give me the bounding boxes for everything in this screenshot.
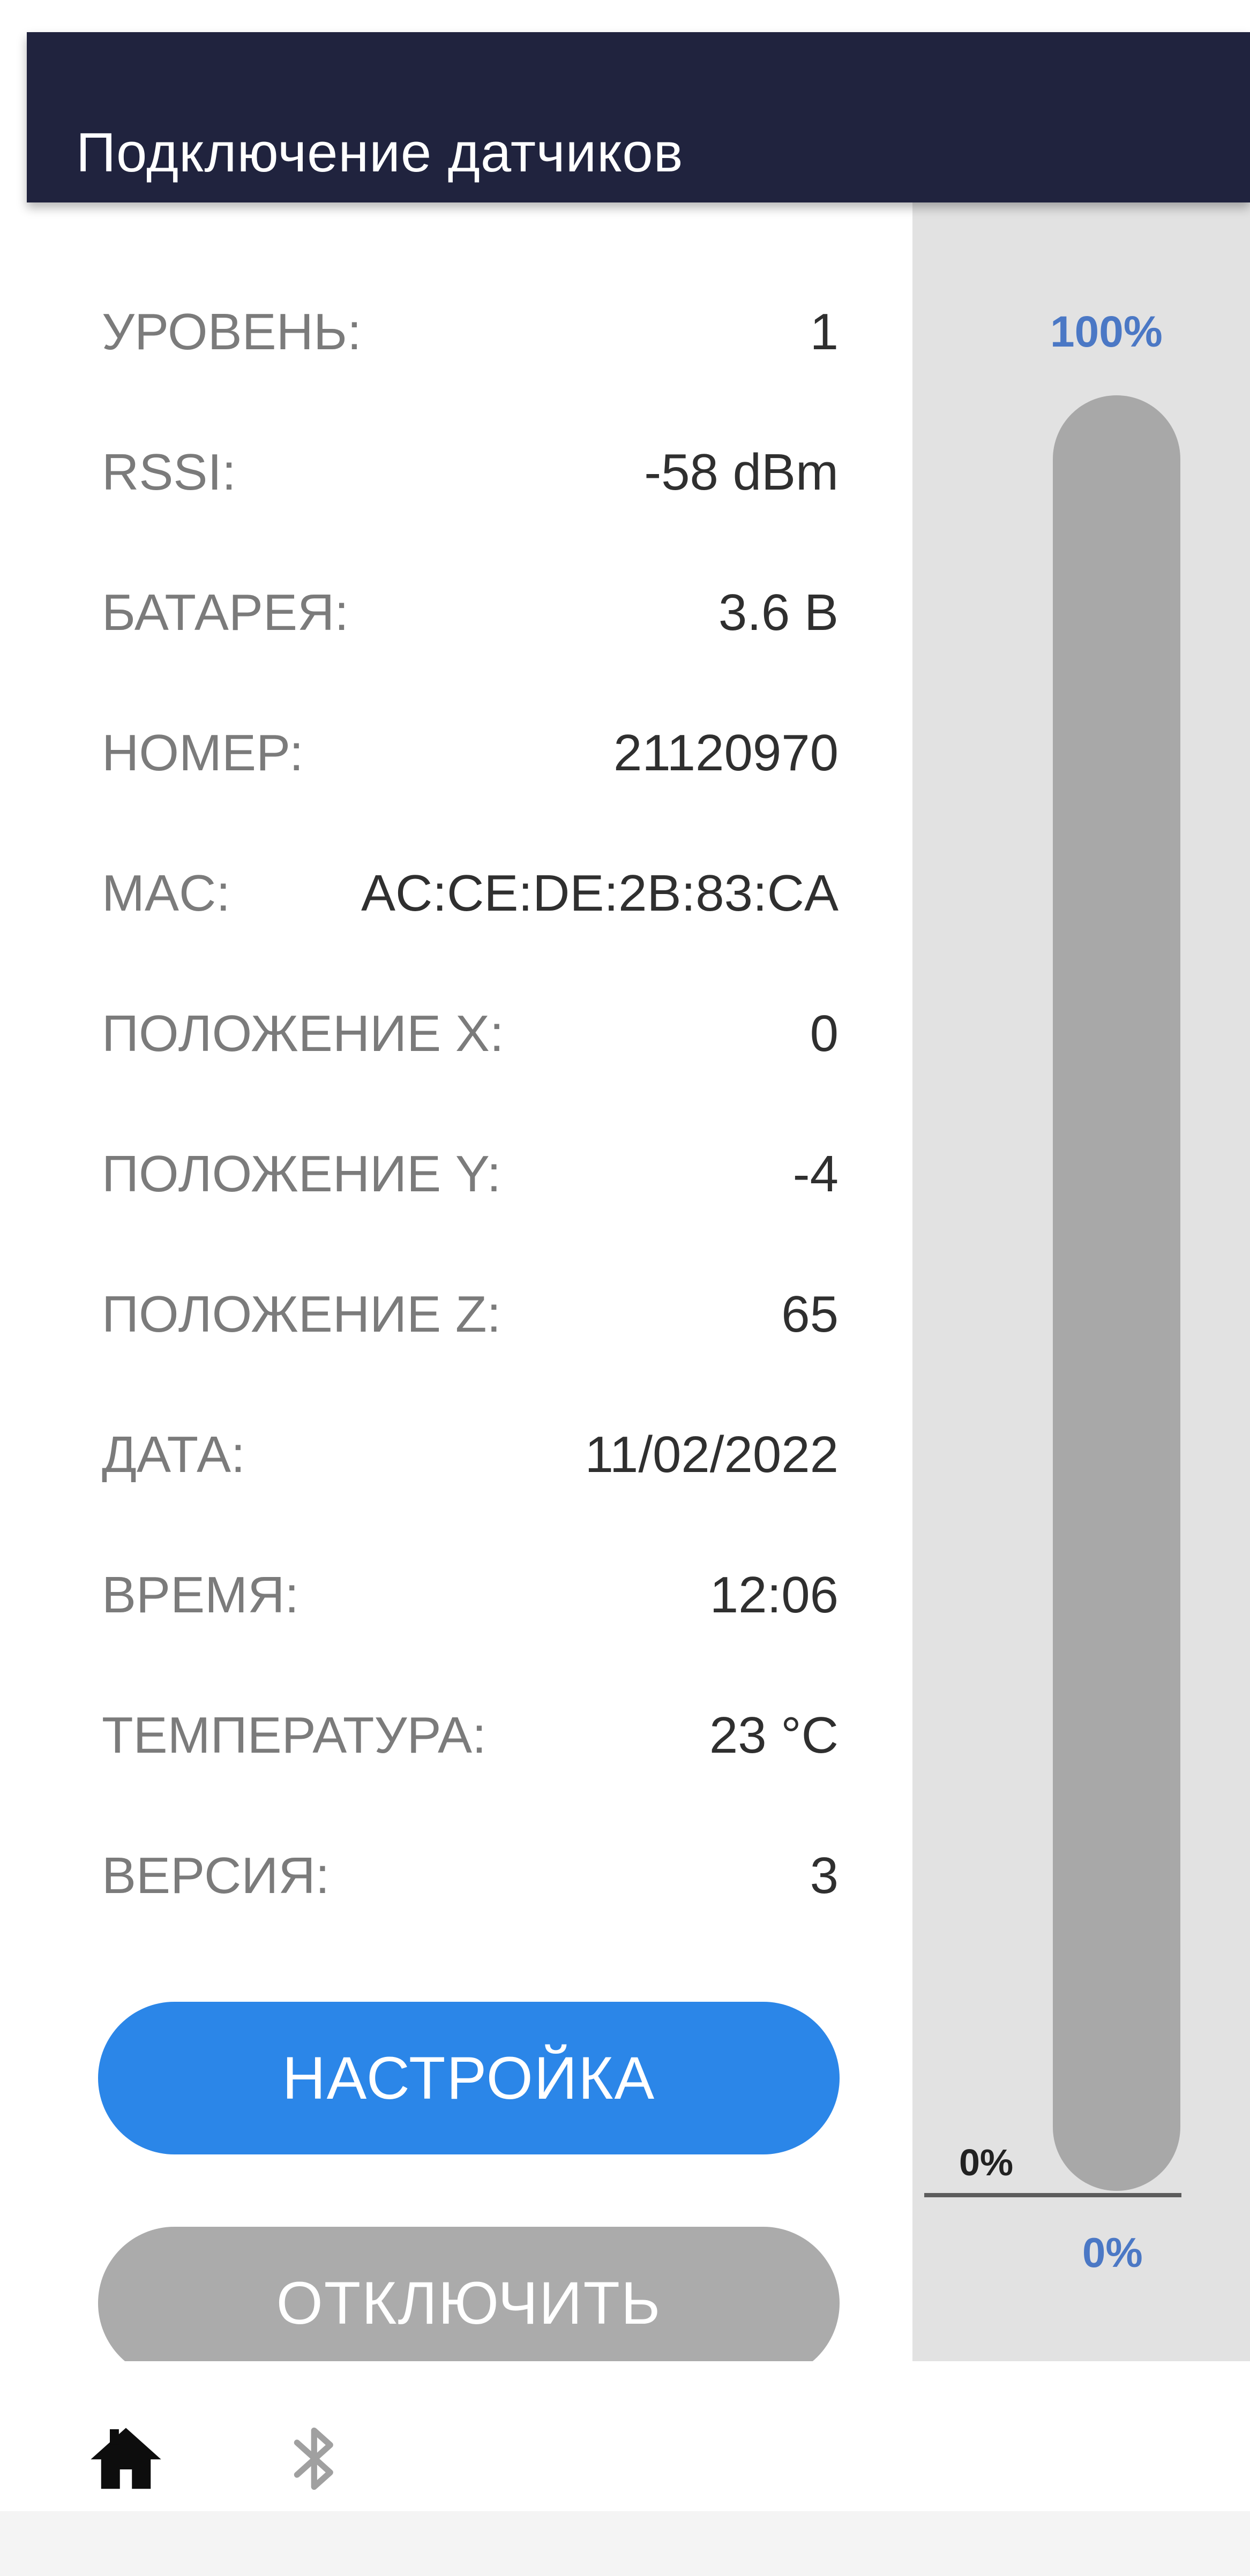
info-value: 23 °C (709, 1707, 839, 1764)
home-icon[interactable] (86, 2419, 166, 2499)
info-label: ПОЛОЖЕНИЕ Y: (102, 1145, 502, 1203)
info-label: ДАТА: (102, 1426, 245, 1483)
info-value: 21120970 (613, 724, 839, 782)
zero-marker-label: 0% (959, 2142, 1014, 2183)
level-value-label: 0% (1082, 2229, 1143, 2276)
info-row-temperature: ТЕМПЕРАТУРА: 23 °C (102, 1703, 839, 1768)
info-row-position-z: ПОЛОЖЕНИЕ Z: 65 (102, 1282, 839, 1347)
bottom-strip (0, 2511, 1250, 2576)
app-bar: Подключение датчиков (27, 32, 1250, 202)
zero-line (924, 2193, 1181, 2197)
info-label: ПОЛОЖЕНИЕ X: (102, 1005, 504, 1062)
info-row-time: ВРЕМЯ: 12:06 (102, 1563, 839, 1627)
info-row-battery: БАТАРЕЯ: 3.6 В (102, 581, 839, 645)
settings-button[interactable]: НАСТРОЙКА (98, 2002, 840, 2154)
info-value: 65 (781, 1286, 839, 1343)
info-value: -58 dBm (644, 444, 839, 501)
level-max-label: 100% (1050, 307, 1163, 356)
info-label: RSSI: (102, 444, 236, 501)
info-value: -4 (792, 1145, 839, 1203)
info-value: 3 (810, 1847, 839, 1904)
info-value: 3.6 В (718, 584, 839, 641)
info-value: 0 (810, 1005, 839, 1062)
info-value: 12:06 (709, 1566, 839, 1624)
info-row-level: УРОВЕНЬ: 1 (102, 300, 839, 364)
info-row-mac: MAC: AC:CE:DE:2B:83:CA (102, 861, 839, 926)
info-row-date: ДАТА: 11/02/2022 (102, 1423, 839, 1487)
info-value: AC:CE:DE:2B:83:CA (361, 865, 839, 922)
info-row-rssi: RSSI: -58 dBm (102, 440, 839, 505)
info-label: ТЕМПЕРАТУРА: (102, 1707, 486, 1764)
info-row-position-x: ПОЛОЖЕНИЕ X: 0 (102, 1002, 839, 1066)
level-track (1053, 395, 1180, 2191)
info-row-number: НОМЕР: 21120970 (102, 721, 839, 785)
page-title: Подключение датчиков (76, 122, 684, 183)
info-value: 11/02/2022 (585, 1426, 839, 1483)
info-value: 1 (810, 303, 839, 361)
disconnect-button[interactable]: ОТКЛЮЧИТЬ (98, 2227, 840, 2379)
info-label: ВРЕМЯ: (102, 1566, 300, 1624)
info-label: НОМЕР: (102, 724, 304, 782)
info-row-version: ВЕРСИЯ: 3 (102, 1844, 839, 1908)
bluetooth-icon[interactable] (273, 2419, 354, 2499)
info-row-position-y: ПОЛОЖЕНИЕ Y: -4 (102, 1142, 839, 1206)
info-label: БАТАРЕЯ: (102, 584, 349, 641)
info-label: ВЕРСИЯ: (102, 1847, 330, 1904)
info-label: ПОЛОЖЕНИЕ Z: (102, 1286, 502, 1343)
bottom-navigation (27, 2361, 1250, 2511)
info-label: УРОВЕНЬ: (102, 303, 362, 361)
info-label: MAC: (102, 865, 230, 922)
